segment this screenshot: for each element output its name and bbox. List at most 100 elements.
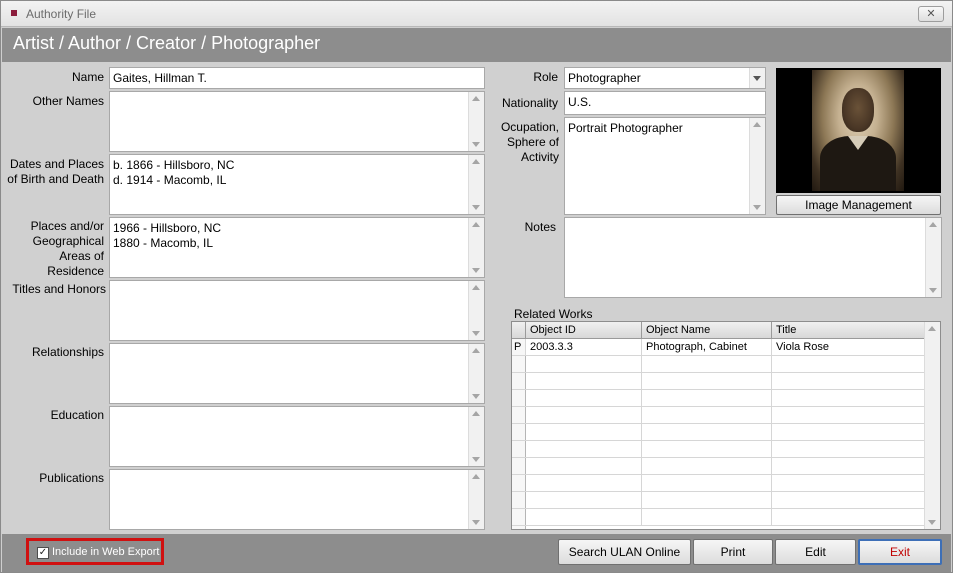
education-field[interactable] xyxy=(109,406,485,467)
include-web-export-checkbox[interactable]: ✓ xyxy=(37,547,49,559)
education-label: Education xyxy=(50,408,104,422)
occupation-field[interactable]: Portrait Photographer xyxy=(564,117,766,215)
scroll-up-icon[interactable] xyxy=(472,411,480,416)
form-header: Artist / Author / Creator / Photographer xyxy=(2,28,951,62)
other-names-field[interactable] xyxy=(109,91,485,152)
empty-cell xyxy=(526,407,642,424)
image-management-button[interactable]: Image Management xyxy=(776,195,941,215)
role-dropdown-button[interactable] xyxy=(749,68,765,88)
table-row-empty[interactable] xyxy=(512,458,926,475)
empty-cell xyxy=(642,356,772,373)
scroll-up-icon[interactable] xyxy=(472,222,480,227)
nationality-field[interactable]: U.S. xyxy=(564,91,766,115)
table-row-empty[interactable] xyxy=(512,424,926,441)
nationality-label: Nationality xyxy=(501,96,558,110)
window-title: Authority File xyxy=(26,7,97,21)
scroll-up-icon[interactable] xyxy=(472,348,480,353)
relationships-field[interactable] xyxy=(109,343,485,404)
table-row-empty[interactable] xyxy=(512,509,926,526)
places-field[interactable]: 1966 - Hillsboro, NC 1880 - Macomb, IL xyxy=(109,217,485,278)
table-row-empty[interactable] xyxy=(512,356,926,373)
empty-cell xyxy=(642,424,772,441)
relationships-scrollbar[interactable] xyxy=(468,344,484,403)
scroll-down-icon[interactable] xyxy=(472,520,480,525)
notes-scrollbar[interactable] xyxy=(925,218,941,297)
column-header-title[interactable]: Title xyxy=(772,322,926,339)
scroll-down-icon[interactable] xyxy=(472,142,480,147)
scroll-down-icon[interactable] xyxy=(472,331,480,336)
table-row-empty[interactable] xyxy=(512,475,926,492)
search-ulan-online-button[interactable]: Search ULAN Online xyxy=(558,539,691,565)
table-row-empty[interactable] xyxy=(512,373,926,390)
portrait-photo-icon xyxy=(812,70,904,191)
role-select[interactable]: Photographer xyxy=(564,67,766,89)
photo-figure-face xyxy=(842,88,874,132)
empty-cell xyxy=(772,424,926,441)
scroll-down-icon[interactable] xyxy=(472,268,480,273)
scroll-up-icon[interactable] xyxy=(472,96,480,101)
column-header-object-id[interactable]: Object ID xyxy=(526,322,642,339)
places-label: Places and/or Geographical Areas of Resi… xyxy=(30,219,104,278)
table-header: Object ID Object Name Title xyxy=(512,322,926,339)
places-scrollbar[interactable] xyxy=(468,218,484,277)
empty-cell xyxy=(642,441,772,458)
cell-object-name: Photograph, Cabinet xyxy=(642,339,772,356)
scroll-down-icon[interactable] xyxy=(472,394,480,399)
scroll-up-icon[interactable] xyxy=(472,285,480,290)
scroll-up-icon[interactable] xyxy=(929,222,937,227)
include-web-export-label[interactable]: Include in Web Export xyxy=(52,546,159,558)
dates-label: Dates and Places of Birth and Death xyxy=(7,157,104,186)
empty-cell xyxy=(642,373,772,390)
publications-label: Publications xyxy=(39,471,104,485)
edit-button[interactable]: Edit xyxy=(775,539,856,565)
scroll-down-icon[interactable] xyxy=(472,205,480,210)
titles-field[interactable] xyxy=(109,280,485,341)
empty-cell xyxy=(772,475,926,492)
scroll-down-icon[interactable] xyxy=(472,457,480,462)
table-row[interactable]: P 2003.3.3 Photograph, Cabinet Viola Ros… xyxy=(512,339,926,356)
other-names-scrollbar[interactable] xyxy=(468,92,484,151)
table-row-empty[interactable] xyxy=(512,441,926,458)
app-icon xyxy=(11,10,17,16)
print-button[interactable]: Print xyxy=(693,539,773,565)
scroll-up-icon[interactable] xyxy=(753,122,761,127)
publications-field[interactable] xyxy=(109,469,485,530)
publications-scrollbar[interactable] xyxy=(468,470,484,529)
related-works-table[interactable]: Object ID Object Name Title P 2003.3.3 P… xyxy=(511,321,941,530)
table-row-empty[interactable] xyxy=(512,390,926,407)
empty-cell xyxy=(642,407,772,424)
scroll-up-icon[interactable] xyxy=(928,326,936,331)
empty-cell xyxy=(642,492,772,509)
close-icon[interactable]: ✕ xyxy=(918,6,944,22)
exit-button[interactable]: Exit xyxy=(858,539,942,565)
scroll-down-icon[interactable] xyxy=(929,288,937,293)
notes-field[interactable] xyxy=(564,217,942,298)
table-row-empty[interactable] xyxy=(512,407,926,424)
scroll-down-icon[interactable] xyxy=(753,205,761,210)
education-scrollbar[interactable] xyxy=(468,407,484,466)
empty-cell xyxy=(526,356,642,373)
table-row-empty[interactable] xyxy=(512,492,926,509)
cell-object-id: 2003.3.3 xyxy=(526,339,642,356)
dates-scrollbar[interactable] xyxy=(468,155,484,214)
name-label: Name xyxy=(71,70,104,84)
dates-value: b. 1866 - Hillsboro, NC d. 1914 - Macomb… xyxy=(113,158,235,187)
portrait-image xyxy=(776,68,941,193)
empty-cell xyxy=(526,509,642,526)
occupation-scrollbar[interactable] xyxy=(749,118,765,214)
column-header-object-name[interactable]: Object Name xyxy=(642,322,772,339)
related-works-scrollbar[interactable] xyxy=(924,322,940,529)
empty-cell xyxy=(526,373,642,390)
titles-scrollbar[interactable] xyxy=(468,281,484,340)
scroll-up-icon[interactable] xyxy=(472,159,480,164)
role-value: Photographer xyxy=(568,71,641,85)
scroll-down-icon[interactable] xyxy=(928,520,936,525)
dates-field[interactable]: b. 1866 - Hillsboro, NC d. 1914 - Macomb… xyxy=(109,154,485,215)
places-value: 1966 - Hillsboro, NC 1880 - Macomb, IL xyxy=(113,221,222,250)
chevron-down-icon xyxy=(753,76,761,81)
occupation-label: Ocupation, Sphere of Activity xyxy=(500,120,559,164)
scroll-up-icon[interactable] xyxy=(472,474,480,479)
name-field[interactable]: Gaites, Hillman T. xyxy=(109,67,485,89)
empty-cell xyxy=(642,475,772,492)
empty-cell xyxy=(526,424,642,441)
